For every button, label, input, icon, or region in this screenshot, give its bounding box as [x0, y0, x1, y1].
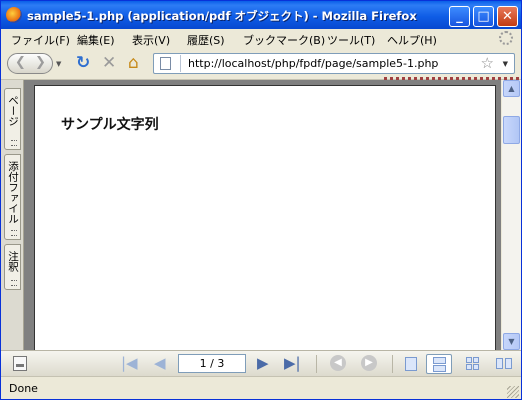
navigation-toolbar: ❮ ❯ ▼ ↻ ✕ ⌂ http://localhost/php/fpdf/pa…	[1, 49, 521, 80]
status-text: Done	[9, 382, 38, 395]
menu-help[interactable]: ヘルプ(H)	[387, 32, 437, 48]
scroll-up-button[interactable]: ▲	[503, 80, 520, 97]
reload-icon[interactable]: ↻	[76, 54, 90, 72]
close-button[interactable]: ✕	[497, 6, 518, 27]
throbber-icon	[499, 31, 513, 45]
grip-icon	[11, 140, 17, 146]
firefox-icon[interactable]	[6, 7, 22, 23]
tab-annotations[interactable]: 注釈	[4, 244, 21, 290]
page-icon	[160, 57, 171, 70]
grip-icon	[11, 230, 17, 236]
menu-file[interactable]: ファイル(F)	[11, 32, 70, 48]
previous-page-icon[interactable]: ◀	[154, 355, 166, 372]
history-dropdown-icon[interactable]: ▼	[56, 60, 61, 68]
content-area: ページ 添付ファイル 注釈 サンプル文字列 ▲ ▼	[1, 77, 521, 355]
tab-annotations-label: 注釈	[7, 251, 19, 272]
window-title: sample5-1.php (application/pdf オブジェクト) -…	[27, 9, 417, 23]
scroll-thumb[interactable]	[503, 116, 520, 144]
menu-bar: ファイル(F) 編集(E) 表示(V) 履歴(S) ブックマーク(B) ツール(…	[1, 29, 521, 49]
pdf-navigation-pane: ページ 添付ファイル 注釈	[1, 80, 24, 350]
pdf-toolbar: |◀ ◀ 1 / 3 ▶ ▶| ◀ ▶	[1, 350, 521, 377]
sidebar-toggle-icon[interactable]	[13, 356, 27, 371]
status-bar: Done	[1, 376, 521, 399]
menu-history[interactable]: 履歴(S)	[187, 32, 225, 48]
toolbar-separator	[392, 355, 393, 373]
tab-pages-label: ページ	[7, 95, 19, 127]
menu-tools[interactable]: ツール(T)	[327, 32, 375, 48]
continuous-page-icon	[433, 357, 446, 364]
toolbar-separator	[316, 355, 317, 373]
next-page-icon[interactable]: ▶	[257, 355, 269, 372]
title-bar[interactable]: sample5-1.php (application/pdf オブジェクト) -…	[1, 1, 521, 29]
firefox-window: sample5-1.php (application/pdf オブジェクト) -…	[0, 0, 522, 400]
scroll-down-button[interactable]: ▼	[503, 333, 520, 350]
stop-icon[interactable]: ✕	[102, 54, 116, 72]
pdf-page[interactable]: サンプル文字列	[34, 85, 496, 355]
first-page-icon[interactable]: |◀	[121, 355, 138, 372]
tab-attachments[interactable]: 添付ファイル	[4, 154, 21, 240]
bookmark-star-icon[interactable]: ☆	[481, 54, 494, 72]
single-page-icon	[405, 357, 417, 371]
grip-icon	[11, 280, 17, 286]
url-divider	[180, 55, 181, 72]
back-forward-group: ❮ ❯	[7, 53, 53, 74]
previous-view-icon[interactable]: ◀	[330, 355, 346, 371]
url-text[interactable]: http://localhost/php/fpdf/page/sample5-1…	[188, 57, 438, 70]
menu-view[interactable]: 表示(V)	[132, 32, 170, 48]
next-view-icon[interactable]: ▶	[361, 355, 377, 371]
maximize-button[interactable]: □	[473, 6, 494, 27]
menu-bookmarks[interactable]: ブックマーク(B)	[243, 32, 325, 48]
pdf-page-text: サンプル文字列	[61, 117, 159, 133]
two-up-button[interactable]	[461, 354, 487, 374]
url-dropdown-icon[interactable]: ▼	[503, 60, 508, 68]
two-up-continuous-button[interactable]	[492, 354, 518, 374]
two-up-continuous-icon	[496, 358, 503, 369]
two-up-icon	[466, 357, 472, 363]
continuous-page-button[interactable]	[426, 354, 452, 374]
url-bar[interactable]: http://localhost/php/fpdf/page/sample5-1…	[153, 53, 515, 74]
vertical-scrollbar[interactable]: ▲ ▼	[502, 80, 521, 350]
minimize-button[interactable]: _	[449, 6, 470, 27]
page-number-field[interactable]: 1 / 3	[178, 354, 246, 373]
last-page-icon[interactable]: ▶|	[284, 355, 301, 372]
home-icon[interactable]: ⌂	[128, 54, 139, 72]
tab-pages[interactable]: ページ	[4, 88, 21, 150]
forward-icon[interactable]: ❯	[35, 55, 46, 70]
tab-attachments-label: 添付ファイル	[7, 161, 19, 224]
back-icon[interactable]: ❮	[15, 55, 26, 70]
resize-grip-icon[interactable]	[507, 386, 519, 398]
single-page-button[interactable]	[397, 354, 423, 374]
menu-edit[interactable]: 編集(E)	[77, 32, 115, 48]
pdf-document-view[interactable]: サンプル文字列	[24, 77, 521, 355]
